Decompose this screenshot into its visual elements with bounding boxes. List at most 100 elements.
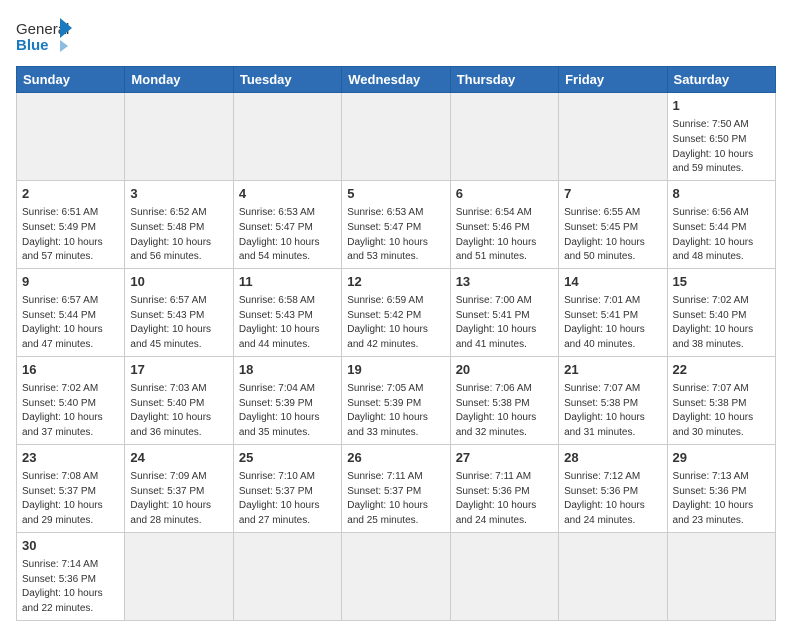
calendar-cell <box>559 93 667 181</box>
day-info: Sunrise: 7:04 AM Sunset: 5:39 PM Dayligh… <box>239 383 320 438</box>
day-number: 7 <box>564 185 661 203</box>
day-number: 21 <box>564 361 661 379</box>
calendar-cell <box>667 532 775 620</box>
day-info: Sunrise: 6:59 AM Sunset: 5:42 PM Dayligh… <box>347 295 428 350</box>
logo-icon: GeneralBlue <box>16 16 76 56</box>
day-number: 16 <box>22 361 119 379</box>
calendar-cell: 7 Sunrise: 6:55 AM Sunset: 5:45 PM Daylig… <box>559 180 667 268</box>
calendar-cell: 19 Sunrise: 7:05 AM Sunset: 5:39 PM Dayli… <box>342 356 450 444</box>
calendar-cell: 28Sunrise: 7:12 AM Sunset: 5:36 PM Dayli… <box>559 444 667 532</box>
day-info: Sunrise: 6:56 AM Sunset: 5:44 PM Dayligh… <box>673 207 754 262</box>
day-info: Sunrise: 6:52 AM Sunset: 5:48 PM Dayligh… <box>130 207 211 262</box>
calendar-cell: 16Sunrise: 7:02 AM Sunset: 5:40 PM Dayli… <box>17 356 125 444</box>
day-number: 23 <box>22 449 119 467</box>
calendar-cell: 12 Sunrise: 6:59 AM Sunset: 5:42 PM Dayli… <box>342 268 450 356</box>
calendar-cell: 25Sunrise: 7:10 AM Sunset: 5:37 PM Dayli… <box>233 444 341 532</box>
calendar-cell <box>17 93 125 181</box>
calendar-cell: 3 Sunrise: 6:52 AM Sunset: 5:48 PM Daylig… <box>125 180 233 268</box>
calendar-cell: 17 Sunrise: 7:03 AM Sunset: 5:40 PM Dayli… <box>125 356 233 444</box>
day-of-week-header: Saturday <box>667 67 775 93</box>
day-number: 24 <box>130 449 227 467</box>
day-number: 10 <box>130 273 227 291</box>
calendar-cell: 23 Sunrise: 7:08 AM Sunset: 5:37 PM Dayli… <box>17 444 125 532</box>
day-info: Sunrise: 6:53 AM Sunset: 5:47 PM Dayligh… <box>239 207 320 262</box>
calendar-cell: 9 Sunrise: 6:57 AM Sunset: 5:44 PM Daylig… <box>17 268 125 356</box>
day-info: Sunrise: 7:06 AM Sunset: 5:38 PM Dayligh… <box>456 383 537 438</box>
calendar-cell: 21 Sunrise: 7:07 AM Sunset: 5:38 PM Dayli… <box>559 356 667 444</box>
day-number: 13 <box>456 273 553 291</box>
day-of-week-header: Monday <box>125 67 233 93</box>
day-number: 26 <box>347 449 444 467</box>
calendar-cell: 15 Sunrise: 7:02 AM Sunset: 5:40 PM Dayli… <box>667 268 775 356</box>
day-info: Sunrise: 6:58 AM Sunset: 5:43 PM Dayligh… <box>239 295 320 350</box>
day-info: Sunrise: 6:54 AM Sunset: 5:46 PM Dayligh… <box>456 207 537 262</box>
day-number: 17 <box>130 361 227 379</box>
day-number: 11 <box>239 273 336 291</box>
day-of-week-header: Thursday <box>450 67 558 93</box>
day-info: Sunrise: 7:08 AM Sunset: 5:37 PM Dayligh… <box>22 471 103 526</box>
day-info: Sunrise: 7:02 AM Sunset: 5:40 PM Dayligh… <box>673 295 754 350</box>
calendar-cell <box>125 93 233 181</box>
day-of-week-header: Tuesday <box>233 67 341 93</box>
calendar-header-row: SundayMondayTuesdayWednesdayThursdayFrid… <box>17 67 776 93</box>
day-number: 30 <box>22 537 119 555</box>
calendar-cell <box>233 532 341 620</box>
calendar-table: SundayMondayTuesdayWednesdayThursdayFrid… <box>16 66 776 621</box>
day-number: 12 <box>347 273 444 291</box>
day-info: Sunrise: 7:05 AM Sunset: 5:39 PM Dayligh… <box>347 383 428 438</box>
calendar-cell: 5Sunrise: 6:53 AM Sunset: 5:47 PM Daylig… <box>342 180 450 268</box>
day-number: 27 <box>456 449 553 467</box>
calendar-cell: 8 Sunrise: 6:56 AM Sunset: 5:44 PM Daylig… <box>667 180 775 268</box>
calendar-cell: 11 Sunrise: 6:58 AM Sunset: 5:43 PM Dayli… <box>233 268 341 356</box>
calendar-cell: 20 Sunrise: 7:06 AM Sunset: 5:38 PM Dayli… <box>450 356 558 444</box>
day-info: Sunrise: 6:55 AM Sunset: 5:45 PM Dayligh… <box>564 207 645 262</box>
calendar-cell: 27 Sunrise: 7:11 AM Sunset: 5:36 PM Dayli… <box>450 444 558 532</box>
calendar-cell: 10 Sunrise: 6:57 AM Sunset: 5:43 PM Dayli… <box>125 268 233 356</box>
calendar-cell: 13Sunrise: 7:00 AM Sunset: 5:41 PM Dayli… <box>450 268 558 356</box>
calendar-cell <box>342 93 450 181</box>
day-info: Sunrise: 6:51 AM Sunset: 5:49 PM Dayligh… <box>22 207 103 262</box>
calendar-cell <box>559 532 667 620</box>
day-number: 14 <box>564 273 661 291</box>
day-number: 1 <box>673 97 770 115</box>
calendar-cell: 4Sunrise: 6:53 AM Sunset: 5:47 PM Daylig… <box>233 180 341 268</box>
day-number: 6 <box>456 185 553 203</box>
day-of-week-header: Friday <box>559 67 667 93</box>
svg-text:Blue: Blue <box>16 37 49 54</box>
day-info: Sunrise: 7:11 AM Sunset: 5:36 PM Dayligh… <box>456 471 537 526</box>
day-info: Sunrise: 7:03 AM Sunset: 5:40 PM Dayligh… <box>130 383 211 438</box>
calendar-cell <box>450 93 558 181</box>
day-info: Sunrise: 7:07 AM Sunset: 5:38 PM Dayligh… <box>673 383 754 438</box>
logo: GeneralBlue <box>16 16 76 56</box>
calendar-cell <box>233 93 341 181</box>
page-header: GeneralBlue <box>16 16 776 56</box>
day-info: Sunrise: 7:09 AM Sunset: 5:37 PM Dayligh… <box>130 471 211 526</box>
day-of-week-header: Wednesday <box>342 67 450 93</box>
day-info: Sunrise: 7:13 AM Sunset: 5:36 PM Dayligh… <box>673 471 754 526</box>
calendar-cell: 1Sunrise: 7:50 AM Sunset: 6:50 PM Daylig… <box>667 93 775 181</box>
day-number: 9 <box>22 273 119 291</box>
calendar-cell: 30Sunrise: 7:14 AM Sunset: 5:36 PM Dayli… <box>17 532 125 620</box>
day-number: 3 <box>130 185 227 203</box>
calendar-cell: 6 Sunrise: 6:54 AM Sunset: 5:46 PM Daylig… <box>450 180 558 268</box>
day-number: 29 <box>673 449 770 467</box>
day-info: Sunrise: 7:01 AM Sunset: 5:41 PM Dayligh… <box>564 295 645 350</box>
day-info: Sunrise: 7:10 AM Sunset: 5:37 PM Dayligh… <box>239 471 320 526</box>
day-info: Sunrise: 6:53 AM Sunset: 5:47 PM Dayligh… <box>347 207 428 262</box>
calendar-cell: 26 Sunrise: 7:11 AM Sunset: 5:37 PM Dayli… <box>342 444 450 532</box>
calendar-cell <box>342 532 450 620</box>
day-number: 15 <box>673 273 770 291</box>
calendar-cell <box>450 532 558 620</box>
day-info: Sunrise: 6:57 AM Sunset: 5:44 PM Dayligh… <box>22 295 103 350</box>
day-info: Sunrise: 6:57 AM Sunset: 5:43 PM Dayligh… <box>130 295 211 350</box>
calendar-cell: 24 Sunrise: 7:09 AM Sunset: 5:37 PM Dayli… <box>125 444 233 532</box>
day-number: 8 <box>673 185 770 203</box>
day-info: Sunrise: 7:12 AM Sunset: 5:36 PM Dayligh… <box>564 471 645 526</box>
calendar-cell: 18Sunrise: 7:04 AM Sunset: 5:39 PM Dayli… <box>233 356 341 444</box>
day-number: 20 <box>456 361 553 379</box>
day-number: 2 <box>22 185 119 203</box>
day-info: Sunrise: 7:07 AM Sunset: 5:38 PM Dayligh… <box>564 383 645 438</box>
day-info: Sunrise: 7:11 AM Sunset: 5:37 PM Dayligh… <box>347 471 428 526</box>
day-number: 22 <box>673 361 770 379</box>
day-number: 19 <box>347 361 444 379</box>
